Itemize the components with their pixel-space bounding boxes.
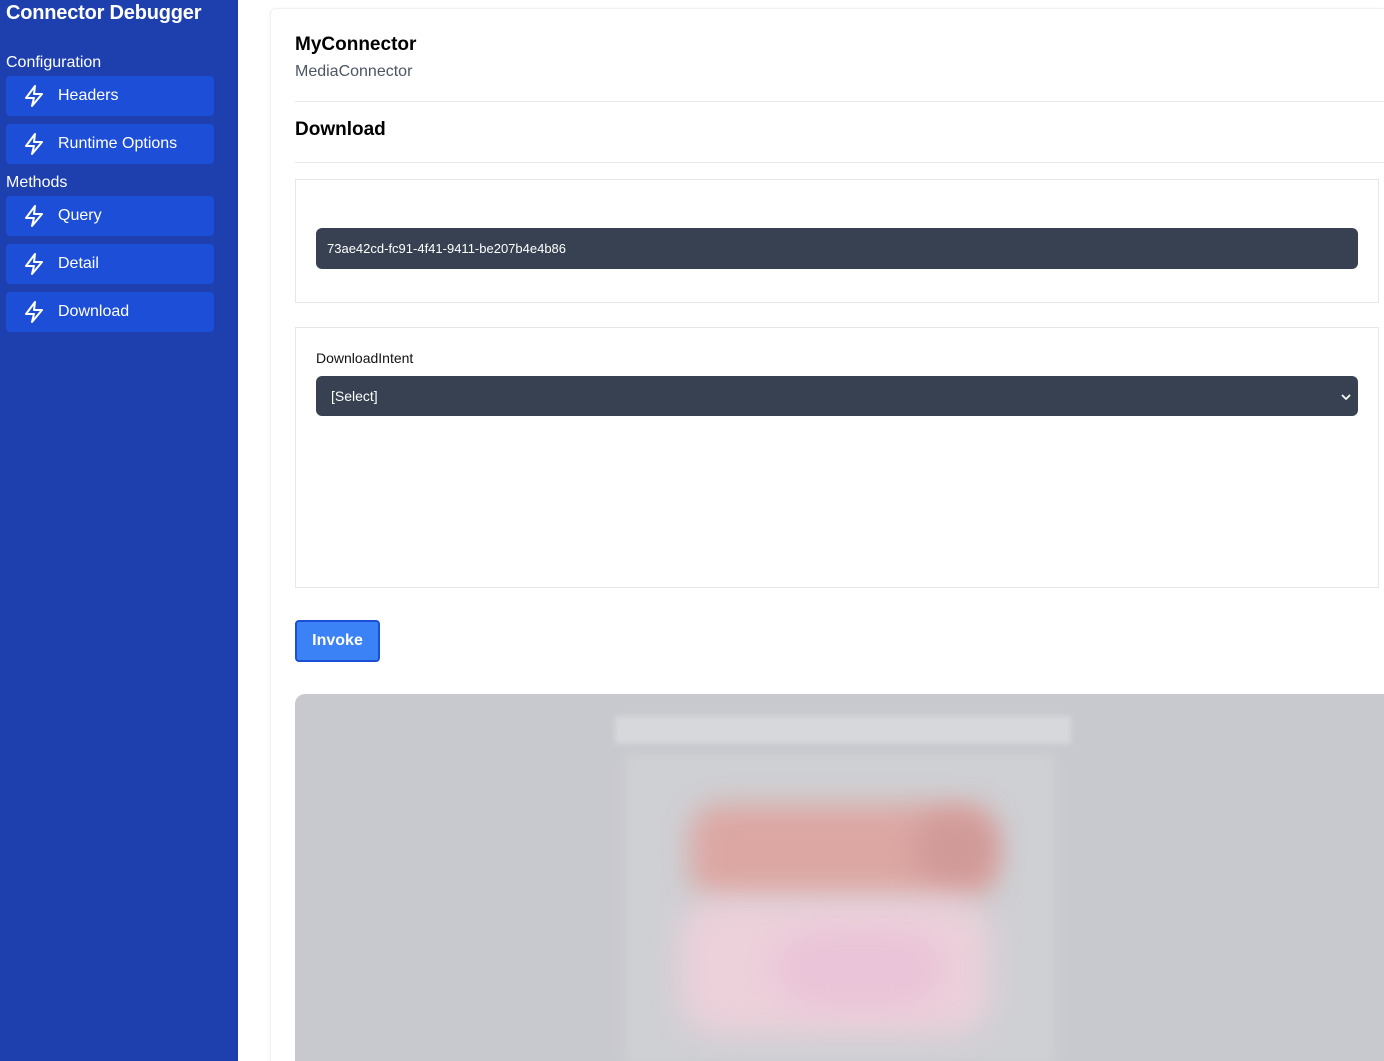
app-root: Connector Debugger Configuration Headers…: [0, 0, 1384, 1061]
intent-field-panel: DownloadIntent [Select]: [295, 327, 1379, 588]
nav-item-label: Download: [58, 303, 130, 320]
sidebar: Connector Debugger Configuration Headers…: [0, 0, 238, 1061]
nav-item-label: Query: [58, 207, 102, 224]
select-value: [Select]: [331, 388, 378, 404]
preview-blur: [775, 929, 945, 1009]
bolt-icon: [24, 85, 44, 107]
nav-item-detail[interactable]: Detail: [6, 244, 214, 284]
bolt-icon: [24, 205, 44, 227]
id-input[interactable]: [316, 228, 1358, 269]
nav-item-label: Headers: [58, 87, 119, 104]
nav-item-runtime-options[interactable]: Runtime Options: [6, 124, 214, 164]
divider: [295, 101, 1384, 102]
connector-name: MyConnector: [295, 34, 417, 55]
nav-item-headers[interactable]: Headers: [6, 76, 214, 116]
connector-type: MediaConnector: [295, 63, 413, 80]
section-label-configuration: Configuration: [6, 54, 102, 71]
method-title: Download: [295, 119, 386, 140]
sidebar-title: Connector Debugger: [6, 2, 202, 24]
invoke-button[interactable]: Invoke: [295, 620, 380, 662]
bolt-icon: [24, 301, 44, 323]
nav-item-label: Detail: [58, 255, 99, 272]
media-preview: [295, 694, 1384, 1061]
chevron-down-icon: [1340, 390, 1352, 402]
bolt-icon: [24, 253, 44, 275]
nav-item-query[interactable]: Query: [6, 196, 214, 236]
download-intent-select[interactable]: [Select]: [316, 376, 1358, 416]
download-intent-label: DownloadIntent: [316, 350, 414, 366]
id-field-panel: [295, 179, 1379, 303]
nav-item-label: Runtime Options: [58, 135, 178, 152]
divider: [295, 162, 1384, 163]
bolt-icon: [24, 133, 44, 155]
preview-blur: [915, 814, 995, 884]
nav-item-download[interactable]: Download: [6, 292, 214, 332]
section-label-methods: Methods: [6, 174, 68, 191]
main-panel: MyConnector MediaConnector Download Down…: [270, 8, 1384, 1061]
preview-blur: [615, 716, 1071, 744]
